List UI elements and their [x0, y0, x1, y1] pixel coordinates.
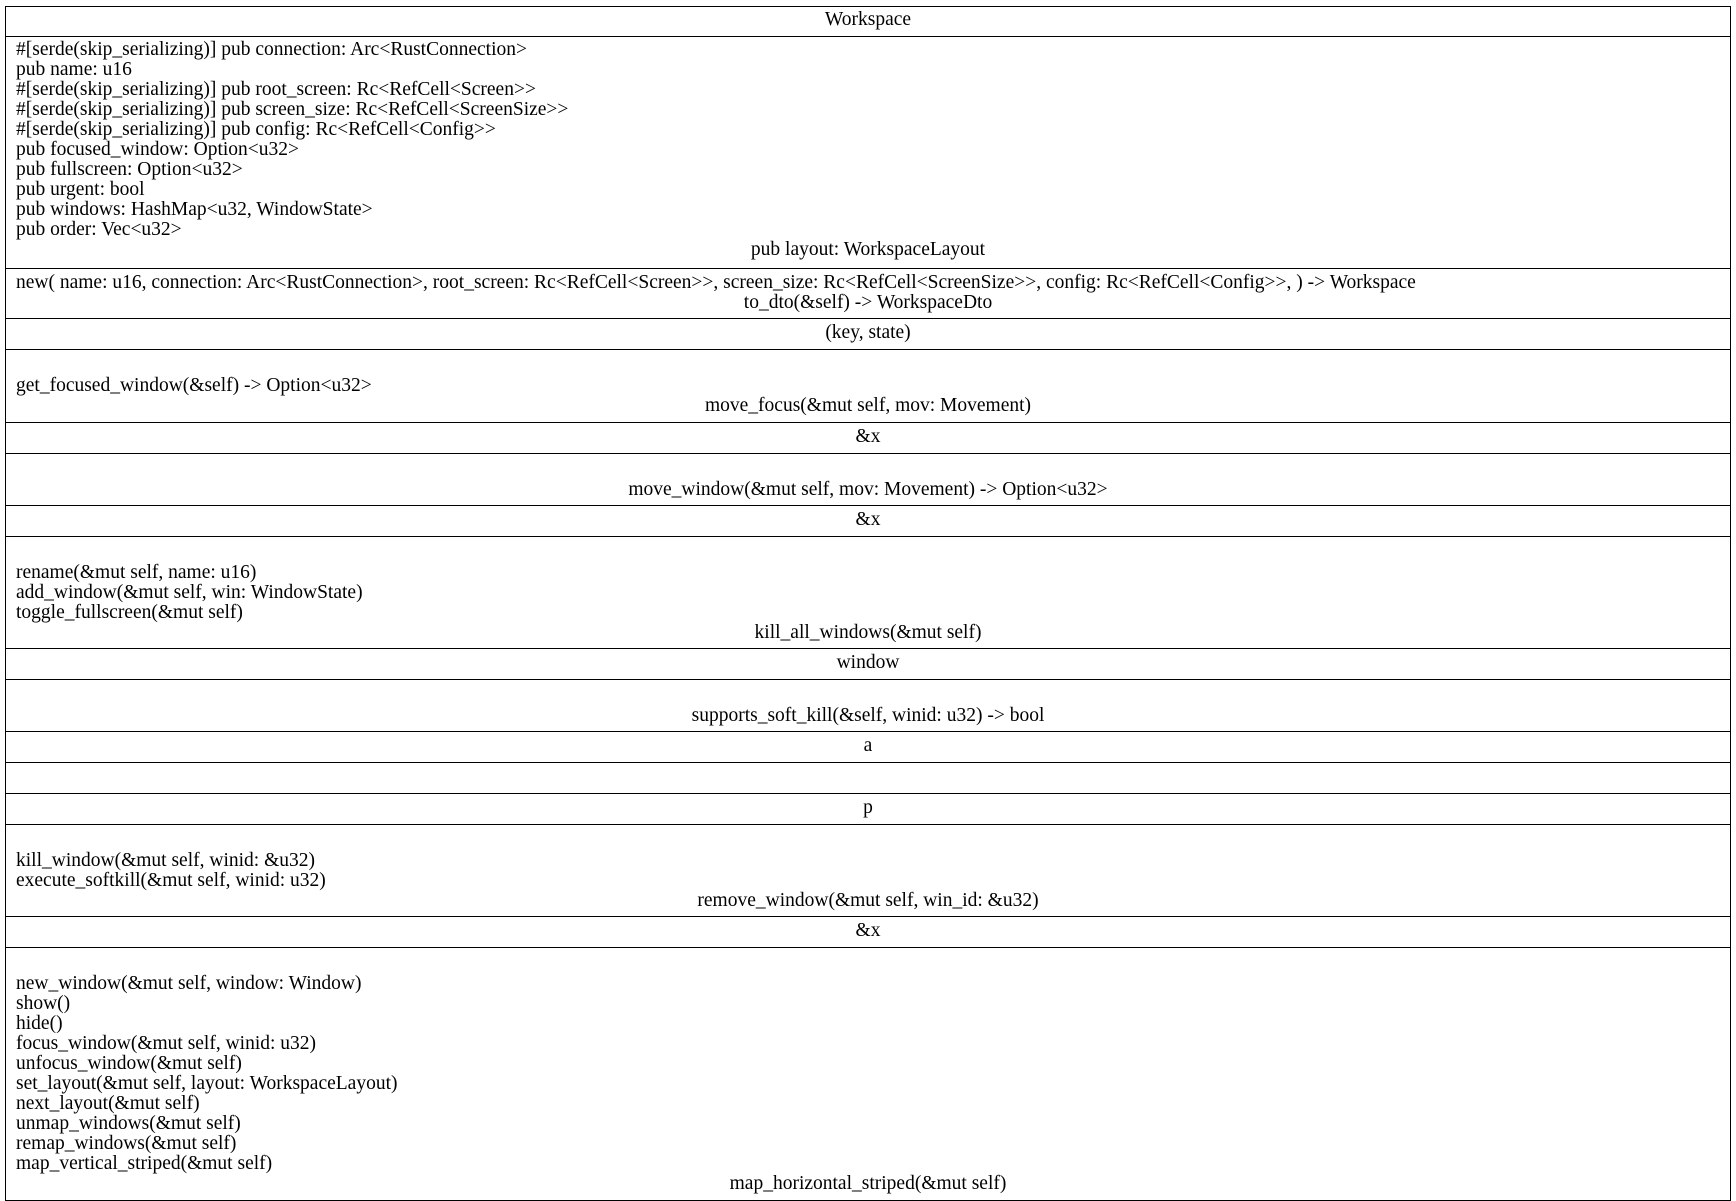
- field: #[serde(skip_serializing)] pub config: R…: [16, 119, 496, 140]
- method: set_layout(&mut self, layout: WorkspaceL…: [16, 1073, 398, 1094]
- label-section-6: p: [6, 794, 1730, 825]
- method: get_focused_window(&self) -> Option<u32>: [16, 375, 372, 396]
- methods-section-1: new( name: u16, connection: Arc<RustConn…: [6, 269, 1730, 319]
- method: unmap_windows(&mut self): [16, 1113, 241, 1134]
- empty-section: [6, 763, 1730, 794]
- field: pub order: Vec<u32>: [16, 219, 182, 240]
- field: pub focused_window: Option<u32>: [16, 139, 300, 160]
- methods-section-2: get_focused_window(&self) -> Option<u32>…: [6, 350, 1730, 423]
- section-label: &x: [855, 920, 881, 941]
- field: pub fullscreen: Option<u32>: [16, 159, 243, 180]
- methods-section-6: kill_window(&mut self, winid: &u32) exec…: [6, 825, 1730, 917]
- method: remove_window(&mut self, win_id: &u32): [697, 890, 1039, 911]
- class-name: Workspace: [824, 9, 912, 30]
- field: #[serde(skip_serializing)] pub connectio…: [16, 39, 527, 60]
- method: new( name: u16, connection: Arc<RustConn…: [16, 272, 1416, 293]
- methods-section-4: rename(&mut self, name: u16) add_window(…: [6, 537, 1730, 649]
- method: toggle_fullscreen(&mut self): [16, 602, 243, 623]
- field: pub layout: WorkspaceLayout: [750, 239, 986, 260]
- label-section-1: (key, state): [6, 319, 1730, 350]
- method: kill_all_windows(&mut self): [754, 622, 982, 643]
- method: map_vertical_striped(&mut self): [16, 1153, 273, 1174]
- label-section-3: &x: [6, 506, 1730, 537]
- section-label: p: [863, 797, 873, 818]
- method: hide(): [16, 1013, 63, 1034]
- field: #[serde(skip_serializing)] pub root_scre…: [16, 79, 536, 100]
- method: supports_soft_kill(&self, winid: u32) ->…: [691, 705, 1045, 726]
- method: remap_windows(&mut self): [16, 1133, 237, 1154]
- methods-section-7: new_window(&mut self, window: Window) sh…: [6, 948, 1730, 1200]
- method: move_focus(&mut self, mov: Movement): [704, 395, 1032, 416]
- label-section-4: window: [6, 649, 1730, 680]
- fields-section: #[serde(skip_serializing)] pub connectio…: [6, 37, 1730, 269]
- method: focus_window(&mut self, winid: u32): [16, 1033, 317, 1054]
- section-label: &x: [855, 509, 881, 530]
- label-section-2: &x: [6, 423, 1730, 454]
- section-label: &x: [855, 426, 881, 447]
- field: pub name: u16: [16, 59, 132, 80]
- field: pub windows: HashMap<u32, WindowState>: [16, 199, 373, 220]
- method: new_window(&mut self, window: Window): [16, 973, 362, 994]
- method: add_window(&mut self, win: WindowState): [16, 582, 363, 603]
- method: rename(&mut self, name: u16): [16, 562, 257, 583]
- label-section-7: &x: [6, 917, 1730, 948]
- section-label: (key, state): [825, 322, 911, 343]
- label-section-5: a: [6, 732, 1730, 763]
- field: #[serde(skip_serializing)] pub screen_si…: [16, 99, 569, 120]
- section-label: a: [863, 735, 873, 756]
- method: to_dto(&self) -> WorkspaceDto: [743, 292, 993, 313]
- method: kill_window(&mut self, winid: &u32): [16, 850, 315, 871]
- class-name-section: Workspace: [6, 7, 1730, 37]
- uml-class-box: Workspace #[serde(skip_serializing)] pub…: [5, 6, 1731, 1201]
- section-label: window: [836, 652, 900, 673]
- method: unfocus_window(&mut self): [16, 1053, 242, 1074]
- method: show(): [16, 993, 71, 1014]
- methods-section-3: move_window(&mut self, mov: Movement) ->…: [6, 454, 1730, 506]
- method: execute_softkill(&mut self, winid: u32): [16, 870, 326, 891]
- methods-section-5: supports_soft_kill(&self, winid: u32) ->…: [6, 680, 1730, 732]
- method: next_layout(&mut self): [16, 1093, 200, 1114]
- method: map_horizontal_striped(&mut self): [729, 1173, 1007, 1194]
- method: move_window(&mut self, mov: Movement) ->…: [628, 479, 1108, 500]
- field: pub urgent: bool: [16, 179, 145, 200]
